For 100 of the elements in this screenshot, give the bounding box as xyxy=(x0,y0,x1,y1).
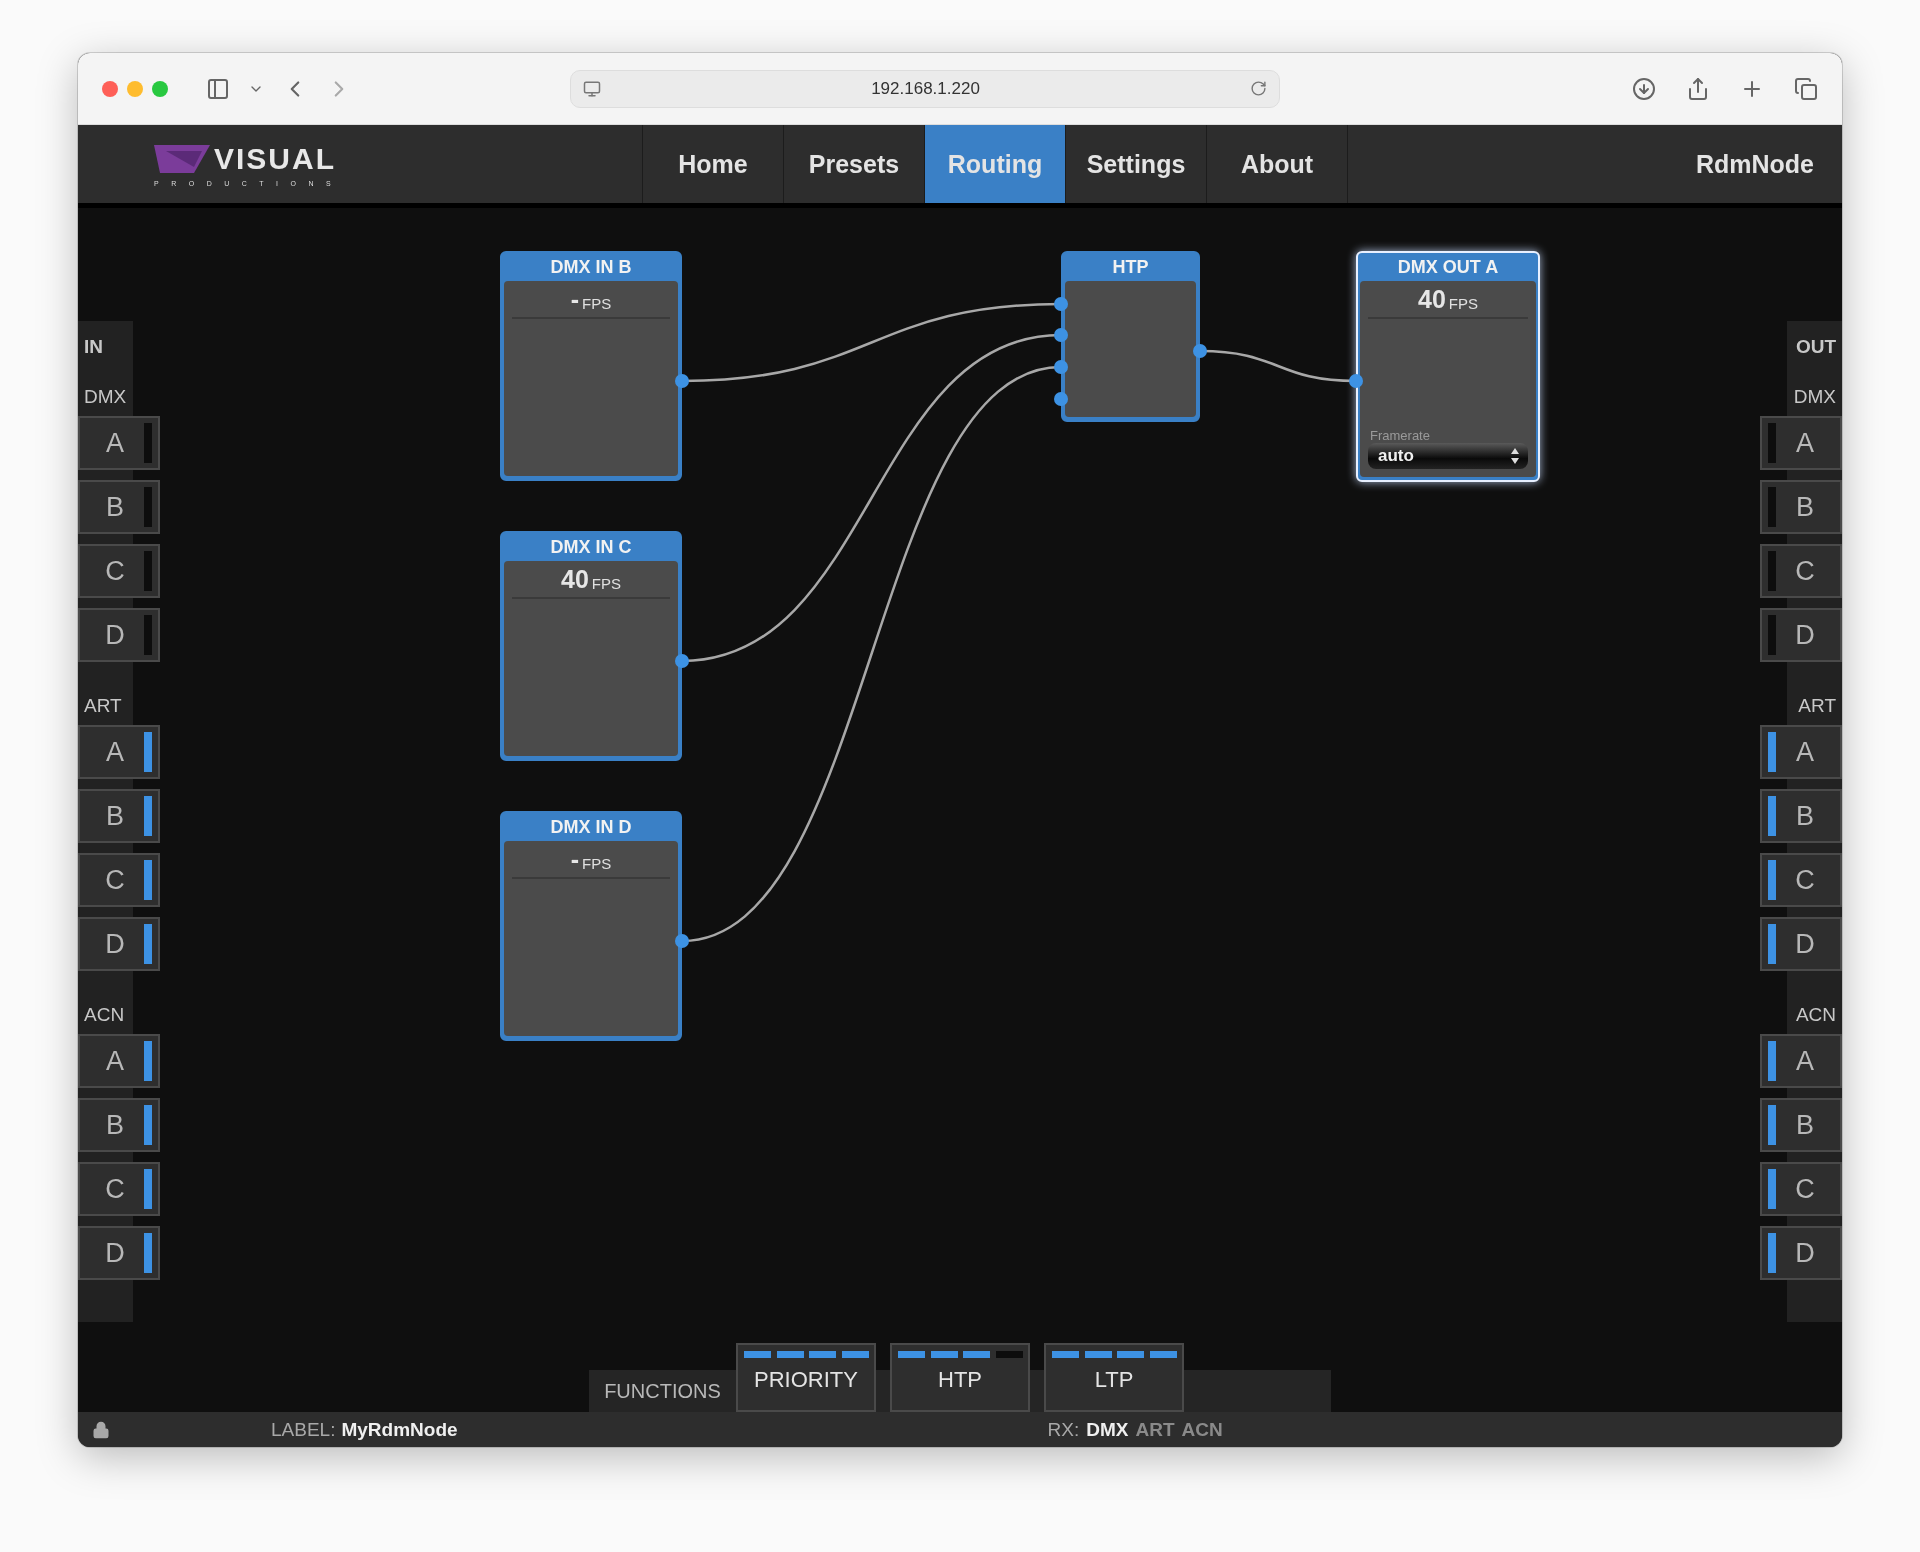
node-title: DMX IN B xyxy=(549,256,633,279)
reload-icon[interactable] xyxy=(1250,80,1267,97)
port-label: B xyxy=(105,800,125,832)
port-label: D xyxy=(1794,928,1816,960)
port-label: D xyxy=(104,1237,126,1269)
address-field[interactable]: 192.168.1.220 xyxy=(570,69,1280,108)
routing-node[interactable]: DMX OUT A 40 FPS Framerate auto xyxy=(1356,251,1540,482)
framerate-select[interactable]: auto xyxy=(1368,443,1528,469)
rx-protocol: ACN xyxy=(1181,1418,1223,1441)
port-label: D xyxy=(1794,1237,1816,1269)
port-button[interactable]: A xyxy=(78,416,160,470)
port-button[interactable]: C xyxy=(78,1162,160,1216)
rx-protocol: DMX xyxy=(1086,1418,1129,1441)
port-dot[interactable] xyxy=(1193,344,1207,358)
close-button[interactable] xyxy=(102,80,118,97)
port-button[interactable]: C xyxy=(1760,1162,1842,1216)
function-button[interactable]: HTP xyxy=(890,1343,1030,1412)
port-button[interactable]: C xyxy=(1760,853,1842,907)
port-button[interactable]: A xyxy=(78,1034,160,1088)
fps-unit: FPS xyxy=(582,294,612,312)
port-label: C xyxy=(104,1173,126,1205)
node-title: DMX IN C xyxy=(549,536,633,559)
port-label: B xyxy=(105,1109,125,1141)
port-dot[interactable] xyxy=(1349,374,1363,388)
port-button[interactable]: C xyxy=(78,853,160,907)
function-button[interactable]: LTP xyxy=(1044,1343,1184,1412)
port-dot[interactable] xyxy=(675,374,689,388)
port-label: C xyxy=(1794,1173,1816,1205)
port-dot[interactable] xyxy=(675,654,689,668)
nav-tab[interactable]: About xyxy=(1207,125,1348,203)
nav-tab[interactable]: Home xyxy=(643,125,784,203)
port-button[interactable]: D xyxy=(78,917,160,971)
rx-protocol: ART xyxy=(1135,1418,1175,1441)
tabs-overview-icon[interactable] xyxy=(1794,76,1818,101)
download-icon[interactable] xyxy=(1632,76,1656,101)
port-button[interactable]: B xyxy=(78,789,160,843)
port-button[interactable]: D xyxy=(78,1226,160,1280)
fps-value: - xyxy=(570,284,580,314)
function-button[interactable]: PRIORITY xyxy=(736,1343,876,1412)
port-button[interactable]: D xyxy=(1760,1226,1842,1280)
group-label: DMX xyxy=(83,385,128,409)
port-label: A xyxy=(1795,427,1815,459)
node-title: DMX OUT A xyxy=(1396,256,1500,279)
port-label: B xyxy=(1795,491,1815,523)
port-label: B xyxy=(105,491,125,523)
port-button[interactable]: C xyxy=(78,544,160,598)
routing-node[interactable]: DMX IN C 40 FPS xyxy=(500,531,682,761)
fps-unit: FPS xyxy=(1448,294,1478,312)
port-label: A xyxy=(105,427,125,459)
port-button[interactable]: D xyxy=(78,608,160,662)
stepper-icon xyxy=(1510,447,1520,465)
fps-value: 40 xyxy=(561,564,589,594)
port-dot[interactable] xyxy=(1054,360,1068,374)
functions-label: FUNCTIONS xyxy=(603,1379,722,1404)
label-key: LABEL: xyxy=(271,1418,336,1441)
port-dot[interactable] xyxy=(1054,328,1068,342)
routing-node[interactable]: DMX IN B -FPS xyxy=(500,251,682,481)
port-button[interactable]: B xyxy=(1760,789,1842,843)
field-label: Framerate xyxy=(1369,428,1431,443)
port-label: D xyxy=(104,619,126,651)
url-text: 192.168.1.220 xyxy=(870,78,981,99)
panel-title: IN xyxy=(83,335,104,359)
device-name: RdmNode xyxy=(1695,148,1815,180)
fps-value: - xyxy=(570,844,580,874)
port-button[interactable]: B xyxy=(78,1098,160,1152)
port-button[interactable]: C xyxy=(1760,544,1842,598)
logo-mark-icon xyxy=(154,144,210,173)
routing-node[interactable]: DMX IN D -FPS xyxy=(500,811,682,1041)
nav-tab[interactable]: Settings xyxy=(1066,125,1207,203)
fps-unit: FPS xyxy=(582,854,612,872)
panel-title: OUT xyxy=(1794,335,1837,359)
sidebar-icon[interactable] xyxy=(206,76,230,101)
port-label: A xyxy=(1795,736,1815,768)
port-button[interactable]: A xyxy=(1760,1034,1842,1088)
group-label: ACN xyxy=(83,1003,126,1027)
port-button[interactable]: A xyxy=(78,725,160,779)
port-dot[interactable] xyxy=(1054,392,1068,406)
port-button[interactable]: D xyxy=(1760,917,1842,971)
port-dot[interactable] xyxy=(675,934,689,948)
port-label: B xyxy=(1795,800,1815,832)
port-label: C xyxy=(1794,555,1816,587)
label-value: MyRdmNode xyxy=(341,1418,458,1441)
fps-value: 40 xyxy=(1418,284,1446,314)
port-dot[interactable] xyxy=(1054,297,1068,311)
fps-unit: FPS xyxy=(591,574,621,592)
lock-icon[interactable] xyxy=(92,1420,110,1439)
port-button[interactable]: B xyxy=(1760,480,1842,534)
port-button[interactable]: D xyxy=(1760,608,1842,662)
share-icon[interactable] xyxy=(1686,76,1710,101)
group-label: ART xyxy=(1797,694,1837,718)
port-label: A xyxy=(105,1045,125,1077)
port-button[interactable]: B xyxy=(1760,1098,1842,1152)
port-button[interactable]: B xyxy=(78,480,160,534)
group-label: ART xyxy=(83,694,123,718)
group-label: DMX xyxy=(1792,385,1837,409)
port-label: A xyxy=(105,736,125,768)
port-label: D xyxy=(1794,619,1816,651)
port-button[interactable]: A xyxy=(1760,416,1842,470)
port-button[interactable]: A xyxy=(1760,725,1842,779)
routing-node[interactable]: HTP xyxy=(1061,251,1200,422)
